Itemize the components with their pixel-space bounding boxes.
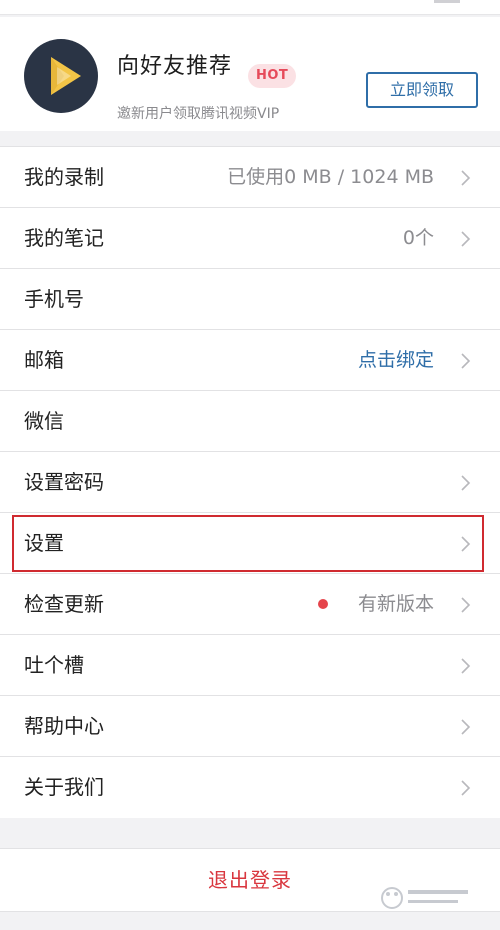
menu-item-notes[interactable]: 我的笔记 0个 — [0, 208, 500, 269]
watermark-logo-icon — [381, 887, 468, 909]
menu-item-email[interactable]: 邮箱 点击绑定 — [0, 330, 500, 391]
chevron-right-icon — [461, 658, 471, 674]
chevron-right-icon — [461, 719, 471, 735]
menu-item-settings[interactable]: 设置 — [0, 513, 500, 574]
top-strip — [0, 0, 500, 15]
menu-item-label: 微信 — [24, 409, 64, 433]
top-handle — [434, 0, 460, 3]
chevron-right-icon — [461, 353, 471, 369]
menu-item-label: 设置 — [24, 531, 64, 555]
update-status-value: 有新版本 — [357, 593, 434, 615]
red-dot-icon — [318, 599, 328, 609]
chevron-right-icon — [461, 475, 471, 491]
menu-item-help-center[interactable]: 帮助中心 — [0, 696, 500, 757]
video-play-logo-icon — [24, 39, 98, 113]
chevron-right-icon — [461, 780, 471, 796]
chevron-right-icon — [461, 231, 471, 247]
promo-subtitle: 邀新用户领取腾讯视频VIP — [117, 106, 280, 122]
chevron-right-icon — [461, 597, 471, 613]
menu-item-about-us[interactable]: 关于我们 — [0, 757, 500, 818]
menu-item-label: 帮助中心 — [24, 714, 104, 738]
menu-item-wechat[interactable]: 微信 — [0, 391, 500, 452]
menu-item-label: 我的录制 — [24, 165, 104, 189]
menu-item-label: 关于我们 — [24, 775, 104, 799]
menu-item-phone[interactable]: 手机号 — [0, 269, 500, 330]
notes-count-value: 0个 — [402, 227, 434, 249]
claim-now-button[interactable]: 立即领取 — [366, 72, 478, 108]
promo-title: 向好友推荐 — [117, 54, 233, 79]
bind-email-link[interactable]: 点击绑定 — [358, 330, 434, 390]
recommend-friend-banner[interactable]: 向好友推荐 HOT 邀新用户领取腾讯视频VIP 立即领取 — [0, 17, 500, 131]
menu-item-feedback[interactable]: 吐个槽 — [0, 635, 500, 696]
chevron-right-icon — [461, 536, 471, 552]
menu-item-label: 手机号 — [24, 287, 84, 311]
menu-item-label: 我的笔记 — [24, 226, 104, 250]
menu-item-set-password[interactable]: 设置密码 — [0, 452, 500, 513]
chevron-right-icon — [461, 170, 471, 186]
menu-item-recording[interactable]: 我的录制 已使用0 MB / 1024 MB — [0, 147, 500, 208]
settings-menu-list: 我的录制 已使用0 MB / 1024 MB 我的笔记 0个 手机号 邮箱 点击… — [0, 146, 500, 818]
menu-item-check-update[interactable]: 检查更新 有新版本 — [0, 574, 500, 635]
menu-item-label: 吐个槽 — [24, 653, 84, 677]
hot-badge: HOT — [248, 64, 297, 88]
storage-usage-value: 已使用0 MB / 1024 MB — [227, 166, 434, 188]
menu-item-label: 检查更新 — [24, 592, 104, 616]
menu-item-label: 设置密码 — [24, 470, 104, 494]
menu-item-label: 邮箱 — [24, 348, 64, 372]
